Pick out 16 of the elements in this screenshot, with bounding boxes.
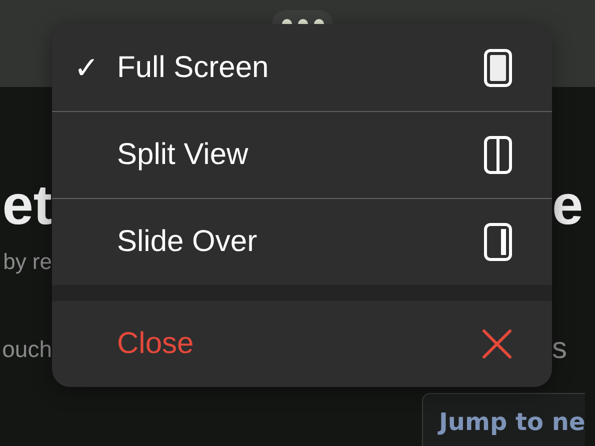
body-text: ouch <box>1 335 52 363</box>
slide-view-icon <box>484 223 512 261</box>
heading-text: et <box>1 173 52 237</box>
subtitle-text: by re <box>2 249 52 275</box>
heading-text: e <box>552 173 584 237</box>
menu-item-label: Full Screen <box>117 50 270 84</box>
jump-button[interactable]: Jump to ne <box>422 393 586 446</box>
full-view-icon <box>484 48 512 86</box>
menu-item-label: Split View <box>117 138 250 172</box>
split-view-icon <box>484 136 512 174</box>
check-mark: ✓ <box>73 50 100 86</box>
close-icon <box>482 329 512 359</box>
menu-item[interactable]: ✓ Full Screen <box>52 24 552 111</box>
menu-item-label: Slide Over <box>117 225 258 259</box>
menu-item[interactable]: Split View <box>52 111 552 198</box>
body-text: s <box>552 335 568 363</box>
